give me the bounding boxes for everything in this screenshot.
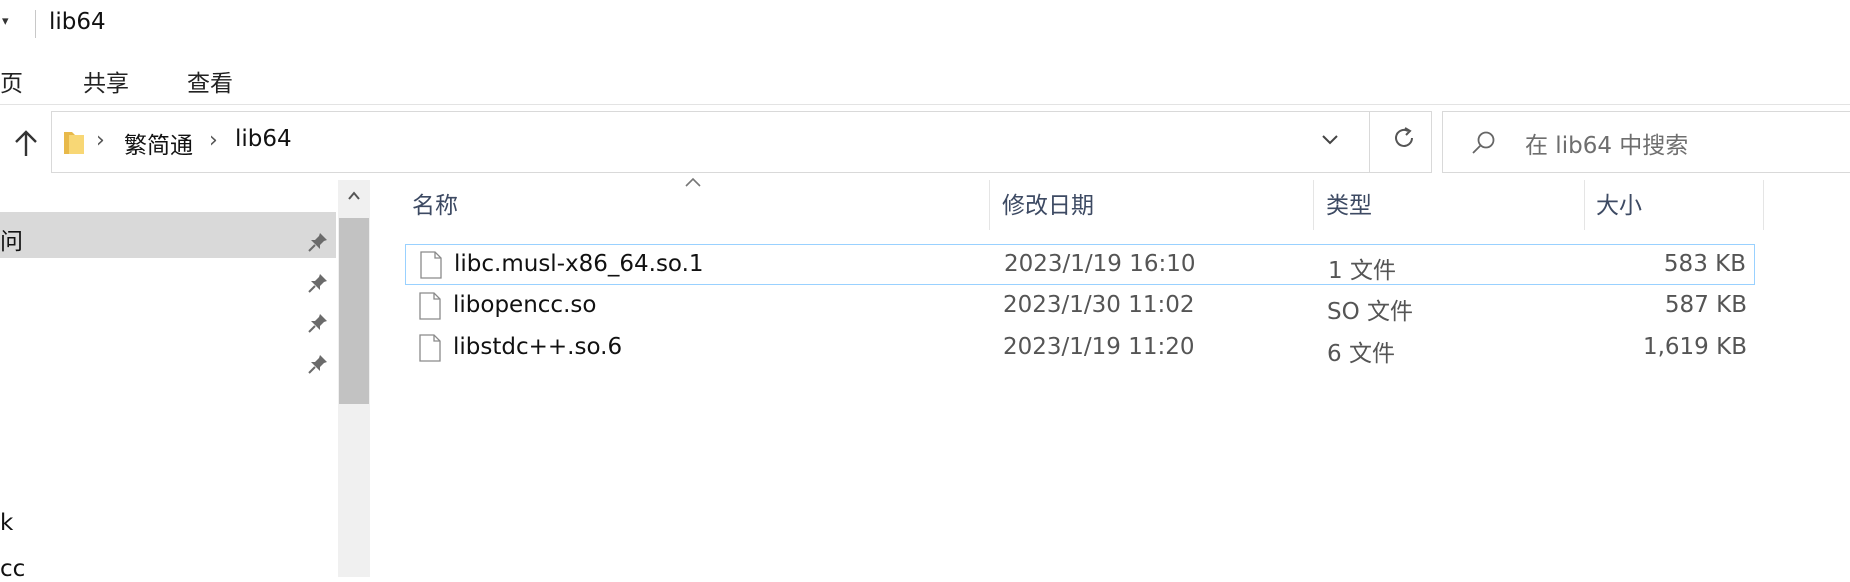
- window-title: lib64: [49, 9, 106, 35]
- file-date: 2023/1/30 11:02: [1003, 292, 1195, 318]
- nav-item-label[interactable]: 问: [0, 222, 23, 256]
- chevron-up-icon: [348, 191, 360, 200]
- tab-view[interactable]: 查看: [187, 64, 233, 98]
- column-header-type[interactable]: 类型: [1326, 186, 1372, 228]
- scroll-up-button[interactable]: [338, 180, 370, 218]
- nav-scrollbar[interactable]: [338, 180, 370, 577]
- column-header-date[interactable]: 修改日期: [1002, 186, 1094, 228]
- title-bar: ▾ lib64: [0, 0, 1850, 46]
- up-arrow-icon: [15, 130, 37, 156]
- nav-item[interactable]: cc: [0, 556, 25, 582]
- pin-icon[interactable]: [306, 230, 330, 254]
- column-header-name[interactable]: 名称: [412, 186, 458, 228]
- file-icon: [419, 292, 441, 320]
- address-bar[interactable]: › 繁简通 › lib64: [51, 111, 1432, 173]
- column-divider[interactable]: [1584, 180, 1585, 230]
- folder-icon: [64, 132, 84, 154]
- file-date: 2023/1/19 11:20: [1003, 334, 1195, 360]
- column-divider[interactable]: [1763, 180, 1764, 230]
- column-header-size[interactable]: 大小: [1596, 186, 1642, 228]
- search-input[interactable]: 在 lib64 中搜索: [1442, 111, 1850, 173]
- refresh-icon: [1395, 127, 1413, 147]
- column-divider[interactable]: [1313, 180, 1314, 230]
- tab-home[interactable]: 页: [0, 64, 23, 98]
- file-type: 1 文件: [1328, 258, 1396, 284]
- file-name: libopencc.so: [453, 292, 597, 318]
- navigation-pane: 问 k cc: [0, 180, 340, 582]
- breadcrumb-parent[interactable]: 繁简通: [124, 126, 193, 160]
- chevron-down-icon: [1322, 135, 1338, 145]
- file-icon: [420, 251, 442, 279]
- refresh-button[interactable]: [1387, 124, 1421, 158]
- tab-share[interactable]: 共享: [83, 64, 129, 98]
- file-row[interactable]: libopencc.so 2023/1/30 11:02 SO 文件 587 K…: [405, 286, 1755, 327]
- ribbon-divider: [0, 104, 1850, 105]
- file-size: 587 KB: [1664, 292, 1747, 318]
- file-icon: [419, 334, 441, 362]
- title-separator: [35, 10, 36, 38]
- pin-icon[interactable]: [306, 271, 330, 295]
- nav-item-quick-access[interactable]: [0, 212, 336, 258]
- up-arrow-button[interactable]: [8, 128, 44, 164]
- address-divider: [1369, 112, 1370, 172]
- search-icon: [1472, 131, 1495, 154]
- file-name: libstdc++.so.6: [453, 334, 623, 360]
- chevron-right-icon[interactable]: ›: [209, 128, 218, 153]
- chevron-right-icon[interactable]: ›: [96, 128, 105, 153]
- file-row[interactable]: libc.musl-x86_64.so.1 2023/1/19 16:10 1 …: [405, 244, 1755, 285]
- column-divider[interactable]: [989, 180, 990, 230]
- file-size: 583 KB: [1663, 251, 1746, 277]
- pin-icon[interactable]: [306, 352, 330, 376]
- ribbon-tabs: 页 共享 查看: [0, 56, 1850, 100]
- quick-access-dropdown-icon[interactable]: ▾: [2, 14, 9, 29]
- scroll-thumb[interactable]: [339, 218, 369, 404]
- file-type: SO 文件: [1327, 299, 1414, 325]
- search-placeholder: 在 lib64 中搜索: [1525, 133, 1689, 159]
- sort-ascending-icon: [684, 172, 702, 193]
- file-type: 6 文件: [1327, 341, 1395, 367]
- file-name: libc.musl-x86_64.so.1: [454, 251, 704, 277]
- file-date: 2023/1/19 16:10: [1004, 251, 1196, 277]
- file-size: 1,619 KB: [1642, 334, 1747, 360]
- breadcrumb-current[interactable]: lib64: [235, 126, 292, 152]
- address-history-button[interactable]: [1315, 128, 1345, 158]
- nav-item[interactable]: k: [0, 510, 13, 536]
- pin-icon[interactable]: [306, 311, 330, 335]
- file-row[interactable]: libstdc++.so.6 2023/1/19 11:20 6 文件 1,61…: [405, 328, 1755, 369]
